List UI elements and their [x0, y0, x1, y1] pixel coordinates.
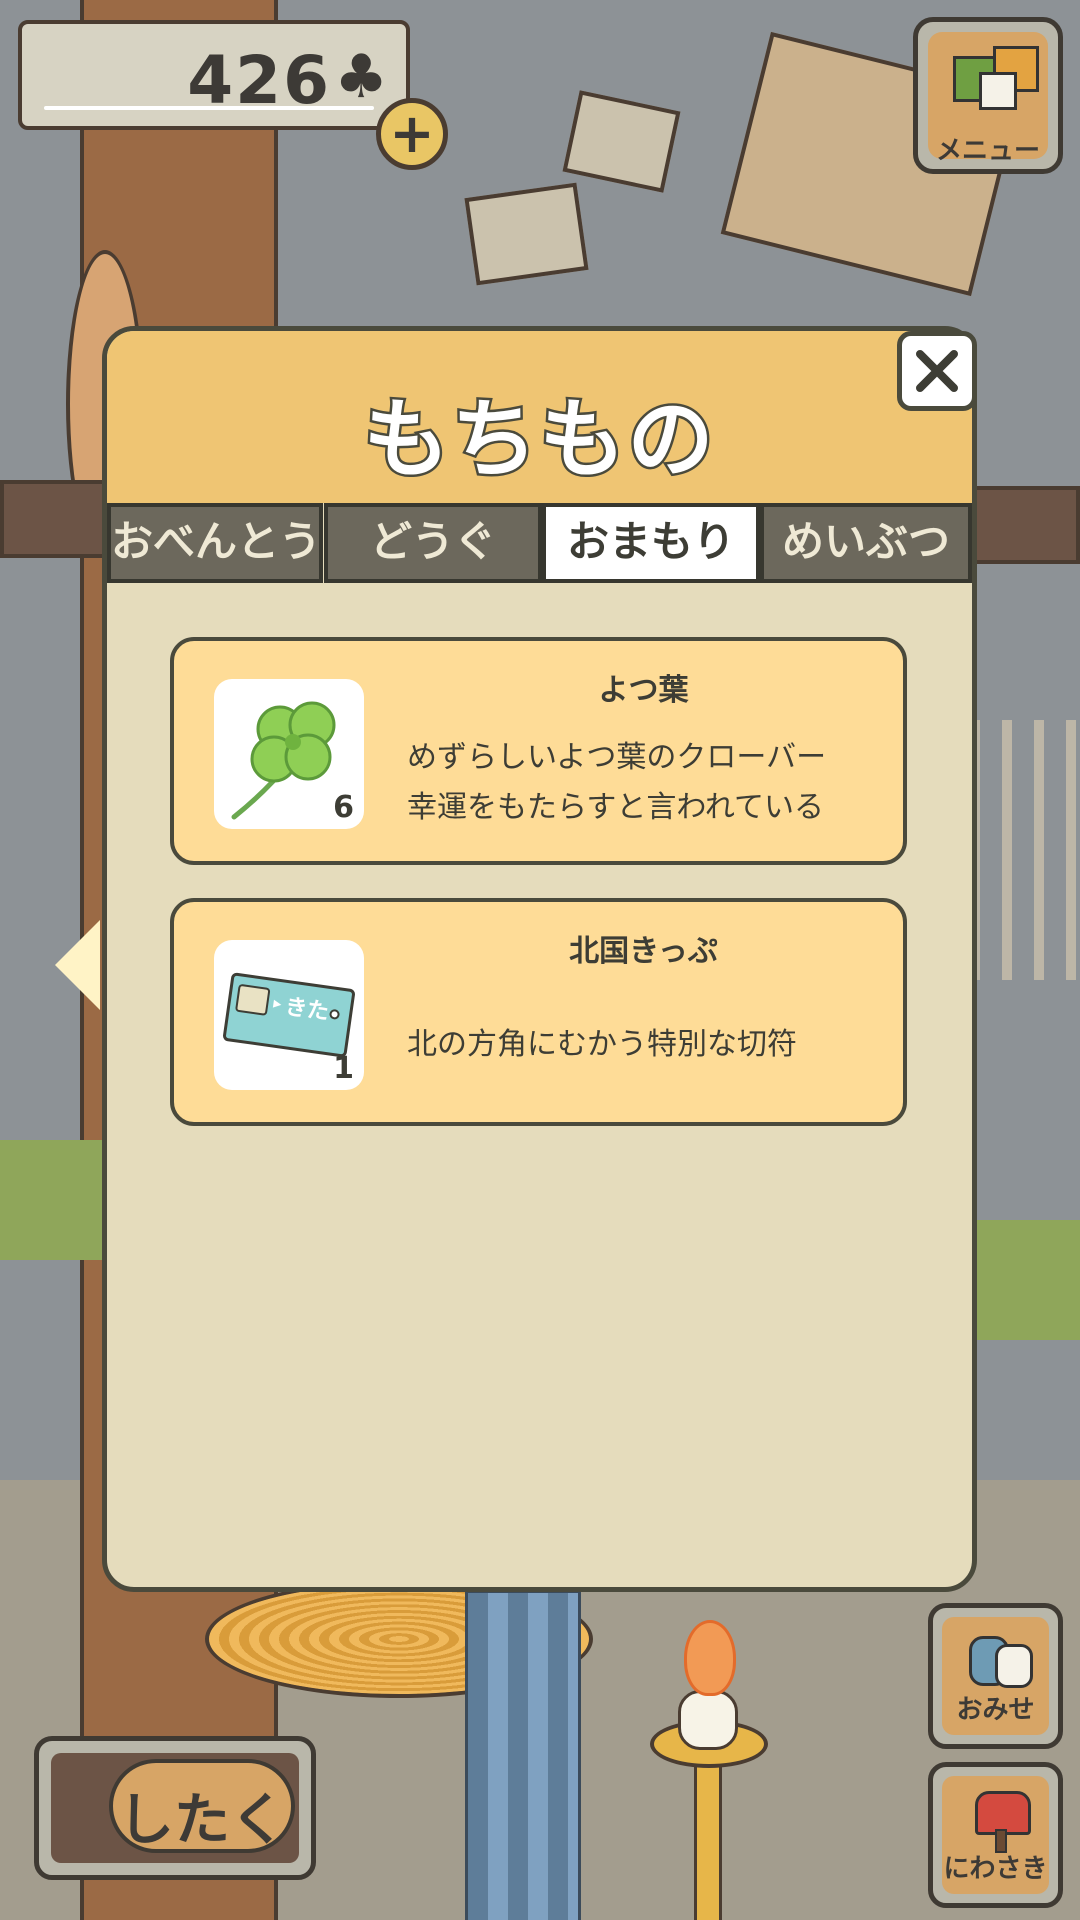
- item-description: 北の方角にむかう特別な切符: [407, 1020, 883, 1070]
- item-image: きた 1: [214, 940, 364, 1090]
- right-shelf: [962, 486, 1080, 564]
- item-card[interactable]: きた 1 北国きっぷ 北の方角にむかう特別な切符: [170, 898, 907, 1126]
- clover-icon: ♣: [334, 42, 388, 112]
- close-button[interactable]: [897, 331, 977, 411]
- fence: [966, 720, 1080, 980]
- shop-button[interactable]: おみせ: [928, 1603, 1063, 1749]
- menu-cards-icon: [953, 46, 1039, 114]
- item-description-line: 北の方角にむかう特別な切符: [407, 1027, 797, 1062]
- inventory-modal: もちもの おべんとう どうぐ おまもり めいぶつ 6 よつ葉 めずらしいよつ葉の…: [102, 326, 977, 1592]
- counter-underline: [44, 106, 374, 110]
- plus-icon: +: [389, 102, 435, 165]
- grass-right: [970, 1220, 1080, 1340]
- candle-flame: [684, 1620, 736, 1696]
- modal-title: もちもの: [361, 388, 716, 493]
- shop-label: おみせ: [956, 1695, 1035, 1725]
- add-clovers-button[interactable]: +: [376, 98, 448, 170]
- curtain: [465, 1590, 581, 1920]
- item-description: めずらしいよつ葉のクローバー 幸運をもたらすと言われている: [407, 733, 883, 833]
- item-description-line: 幸運をもたらすと言われている: [407, 790, 824, 825]
- candle-stick: [694, 1750, 722, 1920]
- item-count: 6: [333, 790, 354, 825]
- item-card[interactable]: 6 よつ葉 めずらしいよつ葉のクローバー 幸運をもたらすと言われている: [170, 637, 907, 865]
- tab-label: めいぶつ: [781, 517, 950, 566]
- garden-button[interactable]: にわさき: [928, 1762, 1063, 1908]
- prepare-label: したく: [118, 1788, 286, 1853]
- bag-icon: [969, 1632, 1033, 1688]
- wall-note: [464, 182, 589, 286]
- close-icon: [916, 350, 958, 392]
- left-shelf: [0, 480, 118, 558]
- tab-label: どうぐ: [369, 517, 496, 566]
- prepare-pill: したく: [109, 1759, 295, 1853]
- tab-charms[interactable]: おまもり: [542, 503, 760, 583]
- candle: [678, 1690, 738, 1750]
- grass-left: [0, 1140, 110, 1260]
- item-name: 北国きっぷ: [569, 934, 718, 969]
- tab-label: おべんとう: [111, 517, 322, 566]
- left-arrow-icon[interactable]: [55, 920, 100, 1010]
- tab-specialties[interactable]: めいぶつ: [760, 503, 972, 583]
- menu-label: メニュー: [935, 136, 1040, 166]
- clover-counter: 426 ♣: [18, 20, 410, 130]
- tab-lunch[interactable]: おべんとう: [107, 503, 323, 583]
- item-description-line: めずらしいよつ葉のクローバー: [407, 740, 827, 775]
- menu-button[interactable]: メニュー: [913, 17, 1063, 174]
- item-count: 1: [333, 1051, 354, 1086]
- tab-tools[interactable]: どうぐ: [324, 503, 542, 583]
- tab-label: おまもり: [566, 517, 735, 566]
- modal-header: もちもの: [107, 331, 972, 503]
- item-image: 6: [214, 679, 364, 829]
- mailbox-icon: [969, 1791, 1031, 1853]
- item-name: よつ葉: [598, 673, 689, 708]
- prepare-button[interactable]: したく: [34, 1736, 316, 1880]
- category-tabs: おべんとう どうぐ おまもり めいぶつ: [107, 503, 972, 583]
- garden-label: にわさき: [943, 1854, 1048, 1884]
